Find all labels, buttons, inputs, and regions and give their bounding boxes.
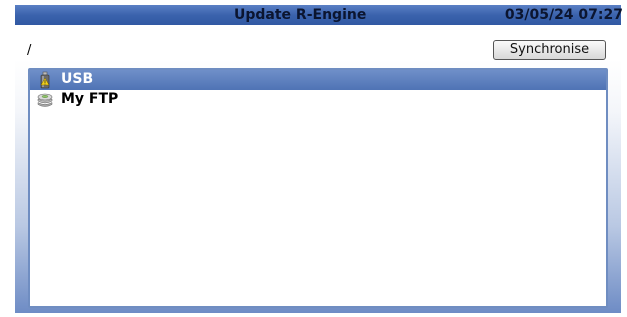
usb-drive-icon	[40, 71, 50, 89]
update-dialog: Update R-Engine 03/05/24 07:27 / Synchro…	[15, 5, 623, 313]
source-list[interactable]: USB My FTP	[28, 68, 608, 308]
list-item-my-ftp[interactable]: My FTP	[30, 90, 606, 110]
synchronise-button[interactable]: Synchronise	[493, 40, 606, 60]
ftp-server-icon	[37, 93, 53, 107]
dialog-body: / Synchronise USB My FTP	[15, 25, 621, 313]
list-item-label: My FTP	[61, 91, 119, 107]
current-path: /	[27, 43, 32, 58]
window-title: Update R-Engine	[234, 7, 367, 23]
list-item-usb[interactable]: USB	[30, 70, 606, 90]
datetime-display: 03/05/24 07:27	[504, 7, 623, 23]
title-bar: Update R-Engine 03/05/24 07:27	[15, 5, 623, 25]
list-item-label: USB	[61, 71, 94, 87]
